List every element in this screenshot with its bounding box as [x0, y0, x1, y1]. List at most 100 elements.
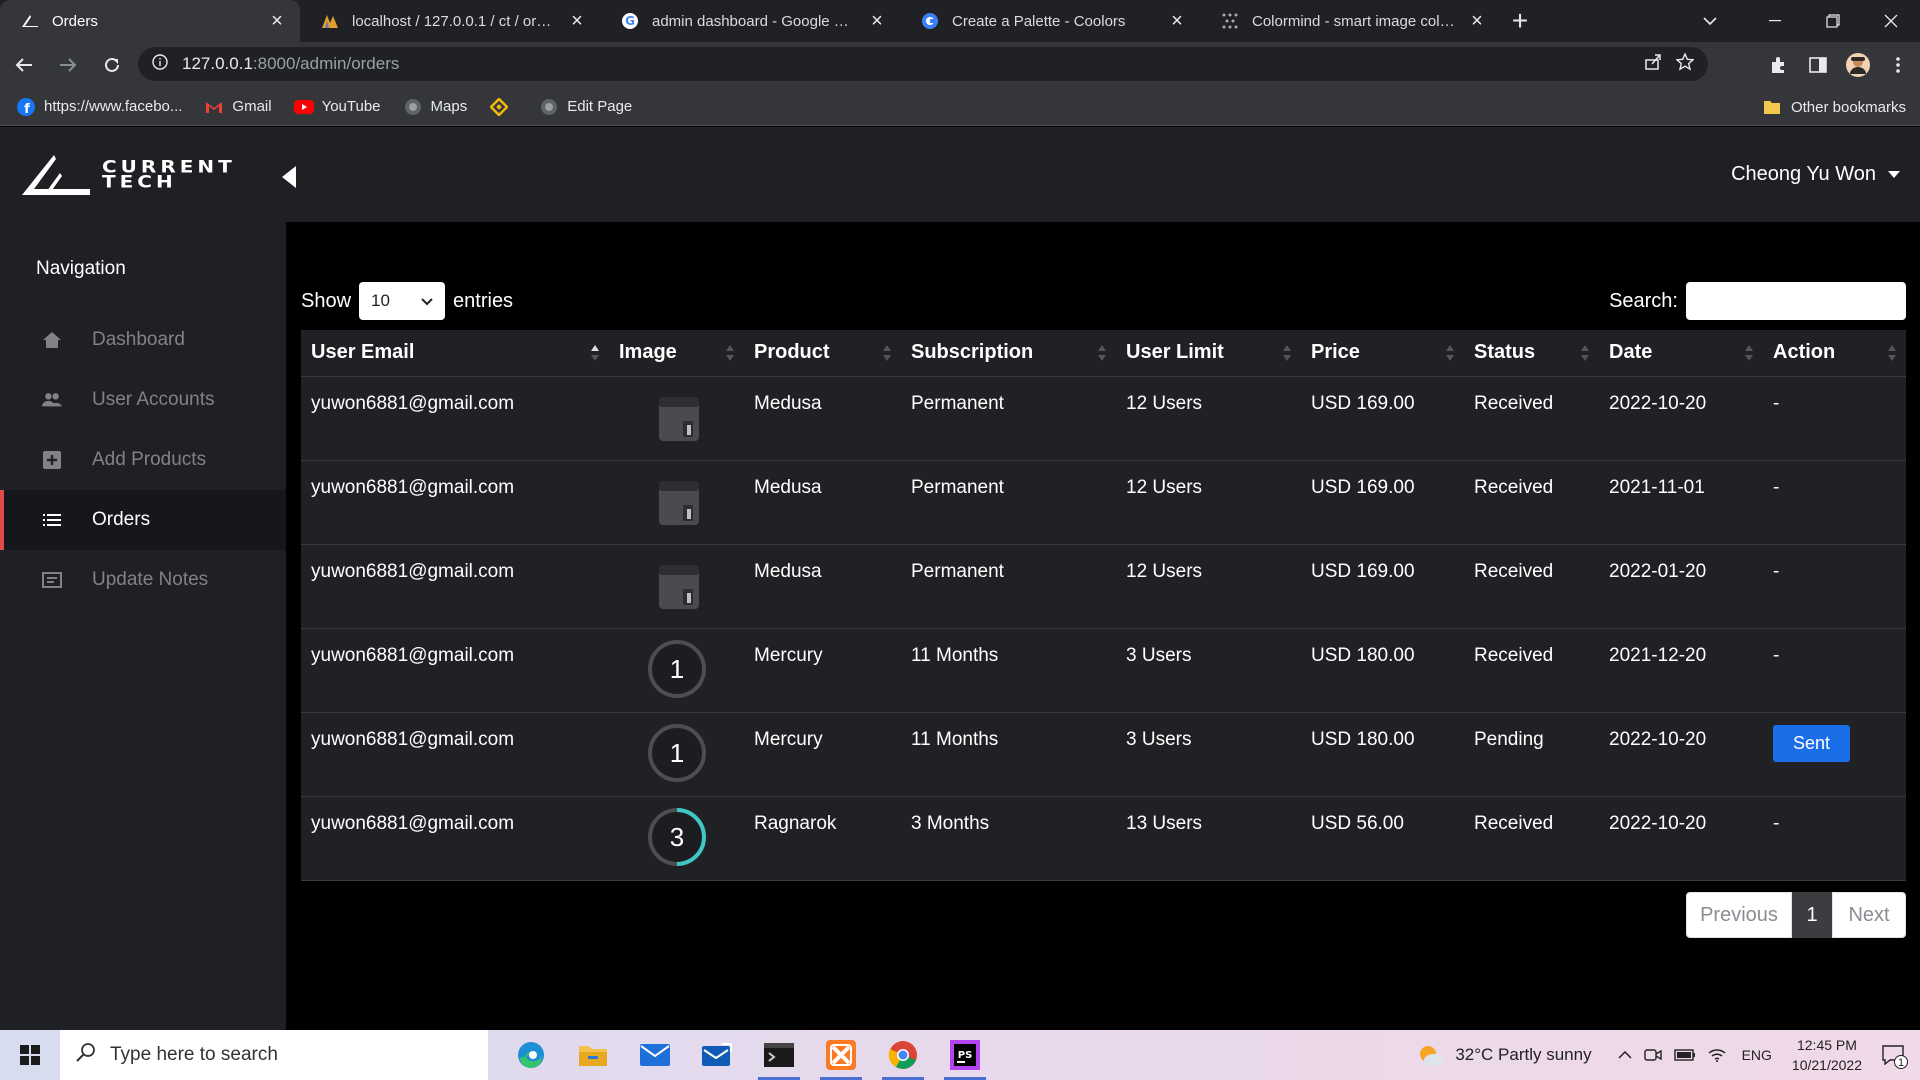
- page-number-button[interactable]: 1: [1792, 892, 1832, 938]
- cell-product: Mercury: [744, 712, 901, 797]
- svg-text:PS: PS: [958, 1050, 973, 1061]
- minimize-icon[interactable]: [1746, 0, 1804, 42]
- column-header-image[interactable]: Image: [609, 330, 744, 377]
- tab-title: Orders: [52, 12, 98, 30]
- share-icon[interactable]: [1644, 53, 1662, 76]
- new-tab-button[interactable]: +: [1500, 0, 1540, 42]
- column-header-product[interactable]: Product: [744, 330, 901, 377]
- system-tray: 32°C Partly sunny ENG 12:45 PM 10/21/202…: [1417, 1030, 1920, 1080]
- previous-page-button[interactable]: Previous: [1686, 892, 1792, 938]
- svg-text:G: G: [625, 14, 635, 28]
- column-header-date[interactable]: Date: [1599, 330, 1763, 377]
- tab-orders[interactable]: Orders ×: [0, 0, 300, 42]
- close-icon[interactable]: ×: [1168, 10, 1186, 32]
- edge-icon[interactable]: [500, 1030, 562, 1080]
- taskbar-apps: PS: [500, 1030, 996, 1080]
- column-header-user-limit[interactable]: User Limit: [1116, 330, 1301, 377]
- weather-widget[interactable]: 32°C Partly sunny: [1417, 1043, 1592, 1067]
- kebab-menu-icon[interactable]: [1882, 45, 1914, 85]
- phpstorm-icon[interactable]: PS: [934, 1030, 996, 1080]
- globe-icon: [539, 97, 559, 117]
- chevron-up-icon[interactable]: [1618, 1051, 1632, 1059]
- sidebar-collapse-icon[interactable]: [280, 165, 298, 189]
- wifi-icon[interactable]: [1708, 1048, 1726, 1062]
- column-header-price[interactable]: Price: [1301, 330, 1464, 377]
- sent-button[interactable]: Sent: [1773, 724, 1851, 762]
- cell-date: 2022-10-20: [1599, 712, 1763, 797]
- cell-email: yuwon6881@gmail.com: [301, 544, 609, 629]
- bookmark-label: YouTube: [321, 98, 381, 115]
- column-header-subscription[interactable]: Subscription: [901, 330, 1116, 377]
- close-icon[interactable]: ×: [1468, 10, 1486, 32]
- sidebar-item-orders[interactable]: Orders: [0, 490, 286, 550]
- url-host: 127.0.0.1: [182, 54, 253, 73]
- taskbar-search-box[interactable]: Type here to search: [60, 1030, 488, 1080]
- cell-status: Received: [1464, 544, 1599, 629]
- back-arrow-icon[interactable]: [4, 45, 44, 85]
- sort-asc-icon: [591, 345, 599, 361]
- tab-search-chevron-icon[interactable]: [1690, 0, 1730, 42]
- sidebar-item-label: User Accounts: [92, 389, 215, 410]
- cell-product: Mercury: [744, 628, 901, 713]
- sort-icon: [1888, 345, 1896, 361]
- side-panel-icon[interactable]: [1802, 45, 1834, 85]
- tab-phpmyadmin[interactable]: localhost / 127.0.0.1 / ct / orders ×: [300, 0, 600, 42]
- next-page-button[interactable]: Next: [1832, 892, 1906, 938]
- column-header-user-email[interactable]: User Email: [301, 330, 609, 377]
- language-indicator[interactable]: ENG: [1742, 1047, 1772, 1063]
- address-bar[interactable]: 127.0.0.1:8000/admin/orders: [138, 47, 1708, 81]
- xampp-icon[interactable]: [810, 1030, 872, 1080]
- tab-colormind[interactable]: Colormind - smart image color extractor …: [1200, 0, 1500, 42]
- medusa-product-image: [658, 564, 699, 609]
- bookmark-gmail[interactable]: Gmail: [204, 97, 272, 117]
- tab-title: localhost / 127.0.0.1 / ct / orders: [352, 12, 558, 30]
- other-bookmarks[interactable]: Other bookmarks: [1763, 88, 1906, 126]
- bookmark-label: Edit Page: [567, 98, 633, 115]
- sidebar-item-update-notes[interactable]: Update Notes: [0, 550, 286, 610]
- bookmark-maps[interactable]: Maps: [403, 97, 467, 117]
- bookmark-facebook[interactable]: f https://www.facebo...: [16, 97, 182, 117]
- bookmark-binance[interactable]: [489, 97, 517, 117]
- cell-date: 2022-10-20: [1599, 796, 1763, 881]
- star-bookmark-icon[interactable]: [1675, 51, 1695, 76]
- forward-arrow-icon[interactable]: [48, 45, 88, 85]
- current-tech-logo[interactable]: CURRENT TECH: [20, 149, 236, 199]
- info-icon[interactable]: [152, 53, 168, 75]
- battery-icon[interactable]: [1673, 1049, 1696, 1061]
- search-input[interactable]: [1686, 282, 1906, 320]
- close-window-icon[interactable]: [1862, 0, 1920, 42]
- tab-google-search[interactable]: G admin dashboard - Google Search ×: [600, 0, 900, 42]
- mail-icon[interactable]: [624, 1030, 686, 1080]
- user-menu-dropdown[interactable]: Cheong Yu Won: [1731, 163, 1900, 186]
- column-header-action[interactable]: Action: [1763, 330, 1906, 377]
- close-icon[interactable]: ×: [268, 10, 286, 32]
- sidebar-item-user-accounts[interactable]: User Accounts: [0, 370, 286, 430]
- cell-price: USD 169.00: [1301, 460, 1464, 545]
- sidebar-item-add-products[interactable]: Add Products: [0, 430, 286, 490]
- windows-taskbar: Type here to search PS 32°C Partly sunny…: [0, 1030, 1920, 1080]
- sidebar-item-dashboard[interactable]: Dashboard: [0, 310, 286, 370]
- reload-icon[interactable]: [92, 45, 132, 85]
- meet-now-icon[interactable]: [1643, 1047, 1662, 1063]
- chrome-icon[interactable]: [872, 1030, 934, 1080]
- product-image-number: 3: [669, 822, 683, 852]
- taskbar-clock[interactable]: 12:45 PM 10/21/2022: [1792, 1035, 1862, 1075]
- bookmark-edit-page[interactable]: Edit Page: [539, 97, 632, 117]
- restore-icon[interactable]: [1804, 0, 1862, 42]
- terminal-icon[interactable]: [748, 1030, 810, 1080]
- windows-start-icon[interactable]: [0, 1030, 60, 1080]
- close-icon[interactable]: ×: [868, 10, 886, 32]
- page-size-select[interactable]: 10: [359, 282, 446, 320]
- mail-alt-icon[interactable]: [686, 1030, 748, 1080]
- weather-text: 32°C Partly sunny: [1455, 1045, 1592, 1064]
- cell-price: USD 56.00: [1301, 796, 1464, 881]
- file-explorer-icon[interactable]: [562, 1030, 624, 1080]
- column-header-status[interactable]: Status: [1464, 330, 1599, 377]
- tab-coolors[interactable]: Create a Palette - Coolors ×: [900, 0, 1200, 42]
- profile-avatar[interactable]: [1842, 45, 1874, 85]
- cell-image: 3: [609, 796, 744, 881]
- extensions-puzzle-icon[interactable]: [1762, 45, 1794, 85]
- notification-icon[interactable]: 1: [1882, 1045, 1908, 1069]
- bookmark-youtube[interactable]: YouTube: [293, 97, 381, 117]
- close-icon[interactable]: ×: [568, 10, 586, 32]
